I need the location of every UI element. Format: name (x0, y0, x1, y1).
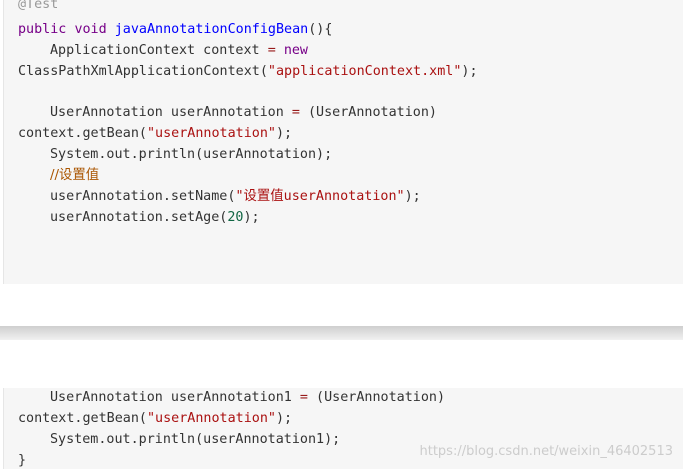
code-text: ); (461, 64, 478, 79)
code-text: ApplicationContext (50, 43, 196, 58)
code-text: System.out.println(userAnnotation); (50, 147, 333, 162)
operator-token: = (291, 105, 300, 120)
code-text: userAnnotation.setName( (50, 189, 236, 204)
code-block-top: @Test public void javaAnnotationConfigBe… (3, 0, 683, 284)
code-text: ); (276, 126, 293, 141)
code-text: context.getBean( (18, 126, 147, 141)
code-text: ); (404, 189, 421, 204)
code-text: System.out.println(userAnnotation1); (50, 432, 341, 447)
code-line: System.out.println(userAnnotation); (18, 144, 332, 165)
code-text: userAnnotation.setAge( (50, 210, 228, 225)
code-line: //设置值 (18, 165, 99, 186)
code-line: public void javaAnnotationConfigBean(){ (18, 19, 332, 40)
string-token: "userAnnotation" (147, 126, 276, 141)
code-line: System.out.println(userAnnotation1); (18, 429, 340, 450)
code-line: context.getBean("userAnnotation"); (18, 123, 292, 144)
code-line: } (18, 450, 26, 471)
number-token: 20 (227, 210, 244, 225)
code-text: UserAnnotation userAnnotation (50, 105, 292, 120)
annotation-token: @Test (18, 0, 59, 12)
keyword-token: void (74, 22, 107, 37)
operator-token: = (267, 43, 276, 58)
code-line: userAnnotation.setAge(20); (18, 207, 260, 228)
code-text: } (18, 453, 27, 468)
code-line: ClassPathXmlApplicationContext("applicat… (18, 61, 478, 82)
code-text: context.getBean( (18, 411, 147, 426)
code-text: (UserAnnotation) (307, 390, 446, 405)
code-line: userAnnotation.setName("设置值userAnnotatio… (18, 186, 421, 207)
code-text: context (195, 43, 268, 58)
code-line: @Test (18, 0, 58, 15)
section-divider (0, 326, 683, 340)
code-text: ); (276, 411, 293, 426)
code-text: ClassPathXmlApplicationContext( (18, 64, 268, 79)
code-line: ApplicationContext context = new (18, 40, 308, 61)
keyword-token: public (18, 22, 67, 37)
code-line: UserAnnotation userAnnotation1 = (UserAn… (18, 387, 445, 408)
code-line: UserAnnotation userAnnotation = (UserAnn… (18, 102, 437, 123)
code-text: (UserAnnotation) (299, 105, 437, 120)
string-token: "applicationContext.xml" (267, 64, 462, 79)
code-text: (){ (308, 22, 333, 37)
keyword-token: new (283, 43, 308, 58)
code-text: ); (243, 210, 260, 225)
operator-token: = (299, 390, 308, 405)
comment-token: //设置值 (50, 168, 100, 183)
string-token: "设置值userAnnotation" (235, 189, 405, 204)
string-token: "userAnnotation" (147, 411, 276, 426)
method-name-token: javaAnnotationConfigBean (114, 22, 309, 37)
watermark-text: https://blog.csdn.net/weixin_46402513 (419, 444, 673, 459)
code-text: UserAnnotation userAnnotation1 (50, 390, 300, 405)
code-line: context.getBean("userAnnotation"); (18, 408, 292, 429)
